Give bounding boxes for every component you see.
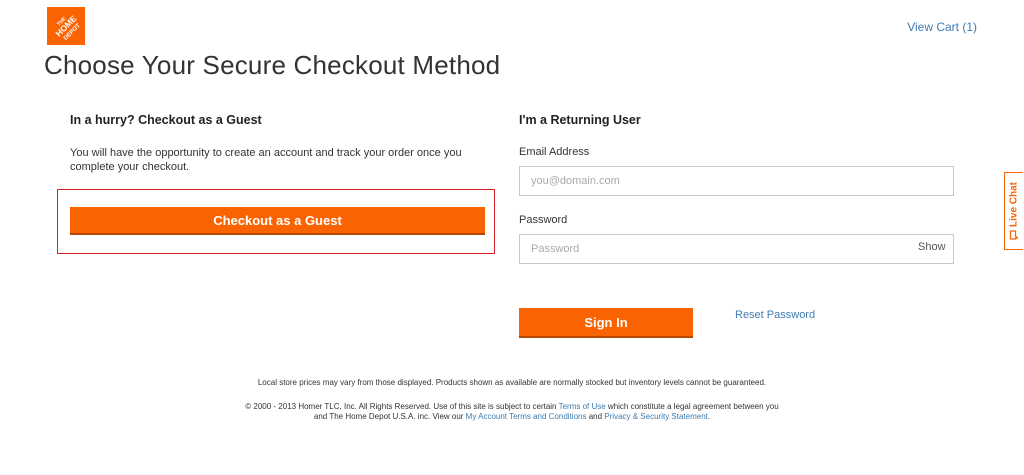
- chat-bubble-icon: [1009, 230, 1019, 240]
- reset-password-link[interactable]: Reset Password: [735, 309, 815, 321]
- email-field[interactable]: [519, 166, 954, 196]
- privacy-statement-link[interactable]: Privacy & Security Statement: [604, 412, 708, 421]
- copyright-text-1: © 2000 - 2013 Homer TLC, Inc. All Rights…: [245, 402, 559, 411]
- copyright-text-3: and: [586, 412, 605, 421]
- password-label: Password: [519, 214, 568, 226]
- terms-of-use-link[interactable]: Terms of Use: [559, 402, 606, 411]
- guest-description: You will have the opportunity to create …: [70, 147, 462, 173]
- account-terms-link[interactable]: My Account Terms and Conditions: [466, 412, 587, 421]
- price-disclaimer: Local store prices may vary from those d…: [257, 378, 767, 387]
- sign-in-button[interactable]: Sign In: [519, 308, 693, 338]
- live-chat-label: Live Chat: [1008, 181, 1020, 228]
- home-depot-logo-mark: THE HOME DEPOT: [47, 7, 85, 45]
- returning-user-heading: I'm a Returning User: [519, 113, 641, 127]
- home-depot-logo[interactable]: THE HOME DEPOT: [47, 7, 85, 45]
- page-title: Choose Your Secure Checkout Method: [44, 50, 501, 80]
- copyright-text-4: .: [707, 412, 711, 421]
- email-label: Email Address: [519, 146, 590, 158]
- live-chat-tab[interactable]: Live Chat: [1004, 172, 1023, 250]
- copyright-notice: © 2000 - 2013 Homer TLC, Inc. All Rights…: [240, 402, 784, 422]
- view-cart-link[interactable]: View Cart (1): [907, 20, 977, 34]
- password-field[interactable]: [519, 234, 954, 264]
- show-password-toggle[interactable]: Show: [918, 241, 946, 253]
- guest-section-heading: In a hurry? Checkout as a Guest: [70, 113, 262, 127]
- checkout-as-guest-button[interactable]: Checkout as a Guest: [70, 207, 485, 235]
